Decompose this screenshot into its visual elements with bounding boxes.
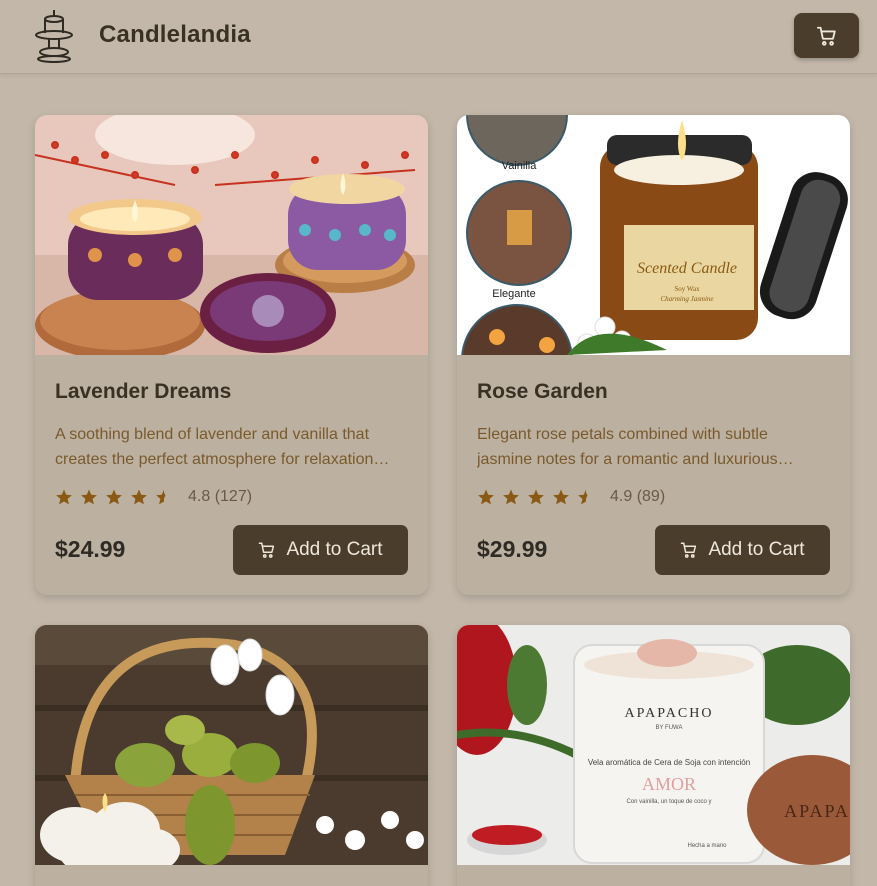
add-to-cart-button[interactable]: Add to Cart bbox=[655, 525, 830, 575]
cart-icon bbox=[816, 26, 836, 46]
product-description: Elegant rose petals combined with subtle… bbox=[477, 426, 778, 468]
cart-icon bbox=[259, 542, 275, 558]
star-icon bbox=[81, 489, 97, 505]
jar-label: Scented Candle bbox=[637, 260, 737, 277]
star-icon bbox=[56, 489, 72, 505]
product-name[interactable]: Rose Garden bbox=[477, 380, 608, 404]
product-image[interactable]: APAPACHO BY FUWA Vela aromática de Cera … bbox=[457, 625, 850, 865]
product-card-4[interactable]: APAPACHO BY FUWA Vela aromática de Cera … bbox=[457, 625, 850, 886]
elegante-label: Elegante bbox=[492, 288, 535, 300]
img-line-label: Vela aromática de Cera de Soja con inten… bbox=[588, 758, 750, 767]
product-rating: 4.9 (89) bbox=[477, 486, 665, 508]
product-image[interactable] bbox=[35, 115, 428, 355]
jar-sub-1: Soy Wax bbox=[674, 285, 700, 293]
img-brand-label: APAPACHO bbox=[625, 706, 714, 721]
candle-logo-icon[interactable] bbox=[32, 9, 76, 63]
top-bar: Candlelandia bbox=[0, 0, 877, 74]
product-card-lavender[interactable]: Lavender Dreams A soothing blend of lave… bbox=[35, 115, 428, 595]
vainilla-label: Vainilla bbox=[502, 160, 538, 172]
rating-text: 4.8 (127) bbox=[188, 488, 253, 505]
star-icon bbox=[478, 489, 494, 505]
product-rating: 4.8 (127) bbox=[55, 486, 252, 508]
product-card-rose[interactable]: Vainilla Elegante Scented Candle Soy Wax… bbox=[457, 115, 850, 595]
star-icon bbox=[131, 489, 147, 505]
brand-name[interactable]: Candlelandia bbox=[99, 21, 251, 49]
star-icon bbox=[106, 489, 122, 505]
add-to-cart-label: Add to Cart bbox=[286, 539, 383, 560]
product-price: $24.99 bbox=[55, 536, 126, 562]
jar-sub-2: Charming Jasmine bbox=[660, 295, 713, 303]
add-to-cart-button[interactable]: Add to Cart bbox=[233, 525, 408, 575]
product-image[interactable] bbox=[35, 625, 428, 865]
img-sub-label: BY FUWA bbox=[655, 725, 682, 731]
cart-icon bbox=[681, 542, 697, 558]
rating-text: 4.9 (89) bbox=[610, 488, 666, 505]
star-icon bbox=[503, 489, 519, 505]
add-to-cart-label: Add to Cart bbox=[708, 539, 805, 560]
star-half-icon bbox=[156, 489, 166, 505]
img-small-2: Hecha a mano bbox=[687, 843, 727, 849]
star-half-icon bbox=[578, 489, 588, 505]
product-description: A soothing blend of lavender and vanilla… bbox=[55, 426, 374, 468]
product-card-3[interactable] bbox=[35, 625, 428, 886]
star-icon bbox=[528, 489, 544, 505]
star-icon bbox=[553, 489, 569, 505]
img-lid-label: APAPA bbox=[784, 801, 850, 821]
img-amor-label: AMOR bbox=[642, 774, 696, 794]
img-small-1: Con vainilla, un toque de coco y bbox=[626, 799, 711, 805]
product-name[interactable]: Lavender Dreams bbox=[55, 380, 231, 404]
cart-button[interactable] bbox=[794, 13, 859, 58]
product-price: $29.99 bbox=[477, 536, 548, 562]
product-image[interactable]: Vainilla Elegante Scented Candle Soy Wax… bbox=[457, 115, 850, 355]
